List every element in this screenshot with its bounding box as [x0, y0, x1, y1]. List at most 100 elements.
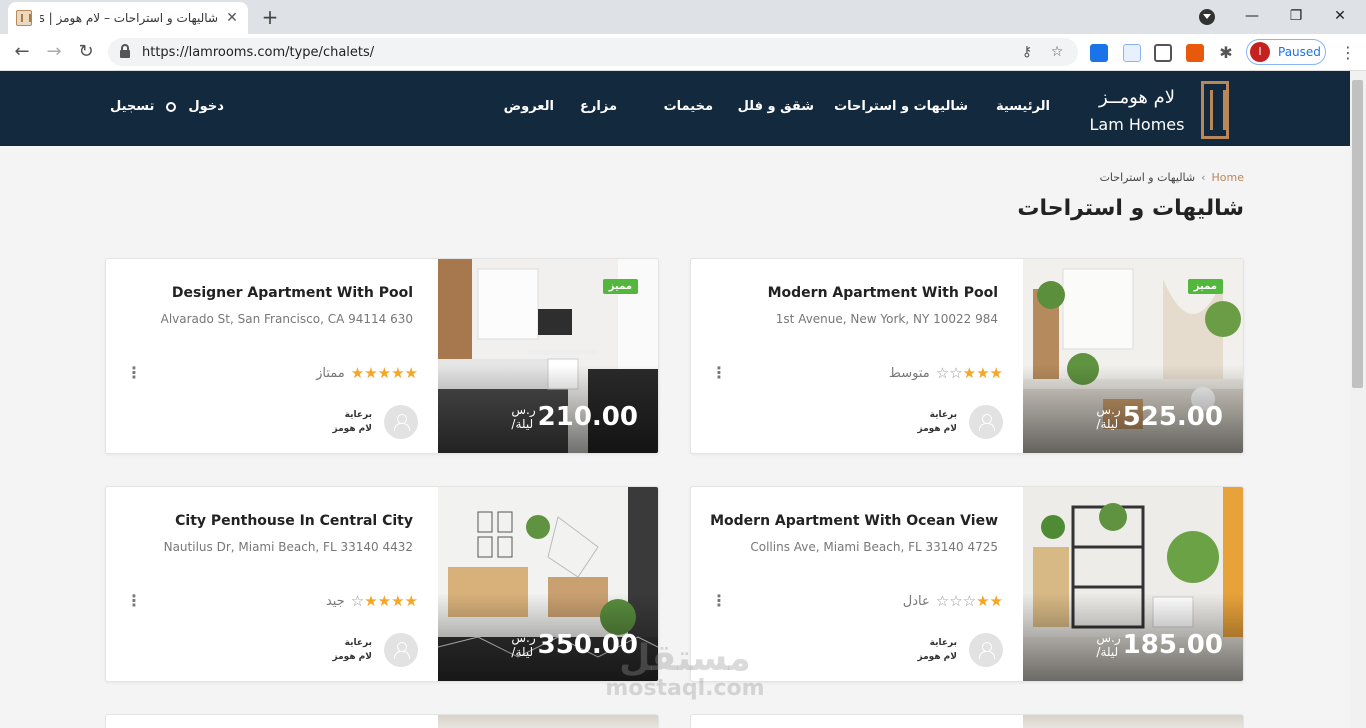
listing-card-partial[interactable]: [105, 714, 659, 728]
listing-title[interactable]: Modern Apartment With Ocean View: [710, 513, 998, 529]
reload-icon[interactable]: ↻: [74, 40, 98, 64]
price-currency: ر.س: [511, 403, 536, 417]
listing-image[interactable]: مميز ر.س /ليلة 210.00: [438, 259, 658, 453]
browser-tab-bar: شاليهات و استراحات – لام هومز | Chalets …: [0, 0, 1366, 34]
price-unit: ر.س /ليلة: [1096, 403, 1120, 431]
price-currency: ر.س: [1096, 403, 1121, 417]
page-scrollbar-thumb[interactable]: [1352, 80, 1363, 388]
browser-tab[interactable]: شاليهات و استراحات – لام هومز | Chalets …: [8, 2, 248, 34]
listing-image-partial[interactable]: [1023, 715, 1243, 728]
nav-item-camps[interactable]: مخيمات: [664, 99, 713, 114]
breadcrumb-home[interactable]: Home: [1212, 171, 1244, 184]
shield-extension-icon[interactable]: [1186, 44, 1204, 62]
restore-icon[interactable]: ❐: [1274, 4, 1318, 28]
star-icon: ☆: [949, 592, 963, 610]
owner-line1: برعاية: [344, 638, 372, 648]
star-icon: ★: [391, 592, 405, 610]
listing-image[interactable]: ر.س /ليلة 185.00: [1023, 487, 1243, 681]
owner-line1: برعاية: [929, 638, 957, 648]
star-icon: ☆: [935, 592, 950, 610]
owner-avatar-icon[interactable]: [969, 405, 1003, 439]
puzzle-icon[interactable]: ✱: [1217, 44, 1235, 62]
listing-image-partial[interactable]: [438, 715, 658, 728]
listing-title[interactable]: City Penthouse In Central City: [175, 513, 413, 529]
listing-owner: برعاية لام هومز: [333, 633, 418, 667]
nav-item-apartments[interactable]: شقق و فلل: [738, 99, 814, 114]
owner-avatar-icon[interactable]: [384, 633, 418, 667]
star-icon: ☆: [350, 592, 365, 610]
listing-card[interactable]: مميز ر.س /ليلة 210.00 Designer Apartment…: [105, 258, 659, 454]
listing-address: Alvarado St, San Francisco, CA 94114 630: [160, 312, 413, 326]
nav-item-chalets[interactable]: شاليهات و استراحات: [834, 99, 968, 114]
nav-item-farms[interactable]: مزارع: [580, 99, 617, 114]
pocket-extension-icon[interactable]: [1154, 44, 1172, 62]
listing-title[interactable]: Modern Apartment With Pool: [768, 285, 998, 301]
listing-title[interactable]: Designer Apartment With Pool: [172, 285, 413, 301]
browser-toolbar: ← → ↻ https://lamrooms.com/type/chalets/…: [0, 34, 1366, 71]
star-icon: ★: [989, 592, 1003, 610]
more-options-icon[interactable]: ⋮: [711, 591, 727, 611]
star-icon: ★: [404, 364, 418, 382]
more-options-icon[interactable]: ⋮: [711, 363, 727, 383]
avatar: I: [1250, 42, 1270, 62]
listing-card-partial[interactable]: [690, 714, 1244, 728]
tab-search-icon[interactable]: [1199, 9, 1215, 25]
close-tab-icon[interactable]: ✕: [224, 10, 240, 26]
listing-image[interactable]: ر.س /ليلة 350.00: [438, 487, 658, 681]
profile-button[interactable]: I Paused: [1246, 39, 1326, 65]
listing-rating: ★ ★ ★ ☆ ☆ متوسط: [889, 365, 1003, 381]
auth-links: دخول تسجيل: [110, 99, 224, 114]
window-close-icon[interactable]: ✕: [1318, 4, 1362, 28]
bookmark-star-icon[interactable]: ☆: [1048, 43, 1066, 61]
forward-icon[interactable]: →: [42, 40, 66, 64]
rating-label: متوسط: [888, 365, 930, 381]
tab-title: شاليهات و استراحات – لام هومز | Chalets: [40, 11, 218, 25]
url-text[interactable]: https://lamrooms.com/type/chalets/: [142, 45, 1006, 60]
breadcrumb: Home › شاليهات و استراحات: [1100, 171, 1244, 184]
owner-avatar-icon[interactable]: [384, 405, 418, 439]
address-bar[interactable]: https://lamrooms.com/type/chalets/ ⚷ ☆: [108, 38, 1078, 66]
more-options-icon[interactable]: ⋮: [126, 363, 142, 383]
owner-text: برعاية لام هومز: [918, 636, 958, 664]
price-per: /ليلة: [511, 645, 534, 659]
listing-owner: برعاية لام هومز: [918, 633, 1003, 667]
featured-badge: مميز: [1187, 279, 1223, 294]
star-icon: ★: [404, 592, 418, 610]
register-link[interactable]: تسجيل: [110, 99, 154, 114]
listing-price: ر.س /ليلة 525.00: [1096, 403, 1223, 431]
browser-menu-icon[interactable]: ⋮: [1340, 42, 1356, 64]
new-tab-button[interactable]: +: [258, 6, 282, 28]
minimize-icon[interactable]: —: [1230, 4, 1274, 28]
owner-avatar-icon[interactable]: [969, 633, 1003, 667]
listing-card[interactable]: مميز ر.س /ليلة 525.00 Modern Apartment W…: [690, 258, 1244, 454]
site-header: لام هومــز Lam Homes الرئيسية شاليهات و …: [0, 71, 1350, 146]
price-per: /ليلة: [1096, 645, 1119, 659]
logo-text-en[interactable]: Lam Homes: [1082, 115, 1192, 134]
login-link[interactable]: دخول: [188, 99, 223, 114]
nav-item-home[interactable]: الرئيسية: [996, 99, 1050, 114]
key-icon[interactable]: ⚷: [1018, 43, 1036, 61]
nav-item-offers[interactable]: العروض: [504, 99, 554, 114]
logo-text-ar[interactable]: لام هومــز: [1082, 87, 1192, 108]
back-icon[interactable]: ←: [10, 40, 34, 64]
listing-price: ر.س /ليلة 210.00: [511, 403, 638, 431]
breadcrumb-separator: ›: [1201, 171, 1206, 184]
price-currency: ر.س: [1096, 631, 1121, 645]
star-icon: ☆: [949, 364, 963, 382]
price-per: /ليلة: [1096, 417, 1119, 431]
owner-line2: لام هومز: [917, 424, 958, 434]
star-icon: ★: [962, 364, 977, 382]
logo-icon[interactable]: [1201, 81, 1229, 139]
more-options-icon[interactable]: ⋮: [126, 591, 142, 611]
star-icon: ★: [377, 364, 392, 382]
listing-card[interactable]: ر.س /ليلة 350.00 City Penthouse In Centr…: [105, 486, 659, 682]
star-icon: ★: [976, 592, 990, 610]
pdf-extension-icon[interactable]: [1123, 44, 1141, 62]
star-icon: ★: [976, 364, 990, 382]
listing-image[interactable]: مميز ر.س /ليلة 525.00: [1023, 259, 1243, 453]
price-unit: ر.س /ليلة: [1096, 631, 1120, 659]
price-value: 210.00: [537, 402, 638, 432]
lock-icon[interactable]: [120, 44, 130, 58]
docs-extension-icon[interactable]: [1090, 44, 1108, 62]
listing-card[interactable]: ر.س /ليلة 185.00 Modern Apartment With O…: [690, 486, 1244, 682]
